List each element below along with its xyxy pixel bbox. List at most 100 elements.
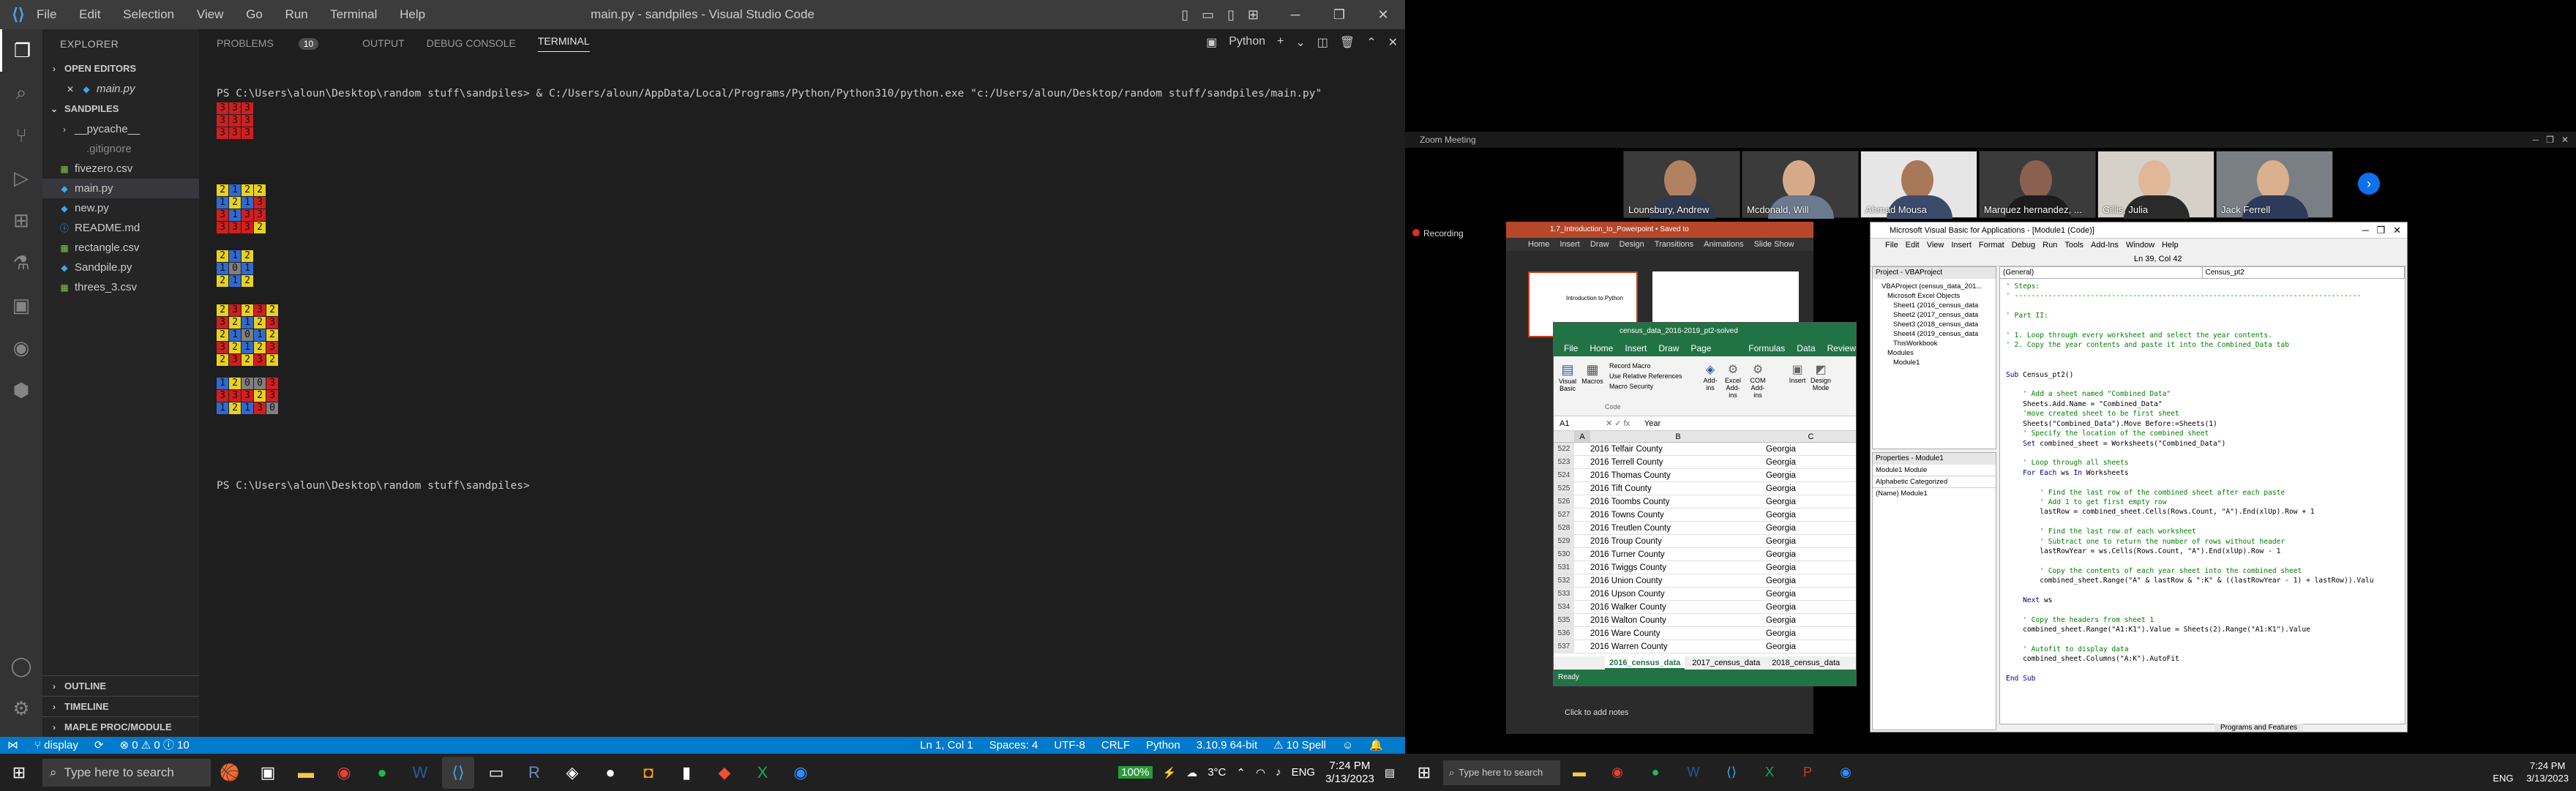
tab-debug-console[interactable]: DEBUG CONSOLE [427,37,516,49]
project-section[interactable]: ⌄ SANDPILES [42,99,199,119]
menu-file[interactable]: File [37,7,56,21]
maximize-panel-icon[interactable]: ⌃ [1366,35,1376,50]
run-debug-icon[interactable]: ▷ [0,157,42,199]
next-page-icon[interactable]: › [2358,173,2380,195]
row-number[interactable]: 537 [1554,640,1574,653]
cell-county[interactable]: 2016 Upson County [1590,588,1766,600]
tab-output[interactable]: OUTPUT [362,37,405,49]
cell-state[interactable]: Georgia [1766,627,1856,640]
table-row[interactable]: 534 2016 Walker County Georgia [1554,601,1856,614]
excel-tab[interactable]: Page Layout [1690,340,1737,370]
object-dropdown[interactable]: (General) [2000,267,2203,278]
file-item[interactable]: .gitignore [42,139,199,159]
tab-problems[interactable]: PROBLEMS 10 [217,37,340,50]
column-header-a[interactable]: A [1574,431,1590,442]
cell-state[interactable]: Georgia [1766,482,1856,495]
file-explorer-icon[interactable]: ▬ [1563,757,1595,789]
zoom-window-controls[interactable]: ─ ❐ ✕ [2533,132,2569,148]
tree-item[interactable]: Sheet3 (2018_census_data [1882,320,1993,329]
vba-menu-item[interactable]: View [1927,239,1944,252]
vba-menu-item[interactable]: File [1885,239,1898,252]
file-item[interactable]: ◆ Sandpile.py [42,258,199,277]
row-number[interactable]: 523 [1554,456,1574,468]
name-box[interactable]: A1 [1560,416,1603,431]
ppt-tab[interactable]: Home [1528,238,1549,251]
file-item[interactable]: ⓘ README.md [42,218,199,238]
cell-year[interactable] [1574,535,1590,547]
excel-tab[interactable]: Formulas [1748,340,1785,356]
branch-status[interactable]: ⑂ display [34,737,78,754]
close-icon[interactable]: ✕ [64,80,76,100]
cell-county[interactable]: 2016 Toombs County [1590,495,1766,508]
cell-year[interactable] [1574,456,1590,468]
minimize-icon[interactable]: ─ [1273,0,1317,29]
file-item[interactable]: ▦ threes_3.csv [42,277,199,297]
row-number[interactable]: 524 [1554,469,1574,481]
vba-menu-item[interactable]: Window [2126,239,2154,252]
row-number[interactable]: 522 [1554,443,1574,455]
slide-canvas[interactable] [1652,271,1799,323]
cell-state[interactable]: Georgia [1766,548,1856,561]
macro-security-button[interactable]: Macro Security [1609,381,1682,391]
menu-help[interactable]: Help [400,7,425,21]
cell-year[interactable] [1574,574,1590,587]
vba-menu-item[interactable]: Tools [2064,239,2083,252]
file-item[interactable]: ▦ fivezero.csv [42,159,199,179]
account-icon[interactable]: ◯ [0,645,42,687]
ppt-tab[interactable]: Animations [1704,238,1743,251]
cell-year[interactable] [1574,469,1590,481]
new-terminal-icon[interactable]: + [1277,35,1284,50]
cell-county[interactable]: 2016 Towns County [1590,509,1766,521]
cell-county[interactable]: 2016 Turner County [1590,548,1766,561]
com-addins-button[interactable]: ⚙ COM Add-ins [1747,362,1769,399]
vba-menu-item[interactable]: Debug [2012,239,2035,252]
table-row[interactable]: 531 2016 Twiggs County Georgia [1554,561,1856,574]
cell-county[interactable]: 2016 Twiggs County [1590,561,1766,574]
r-icon[interactable]: R [518,757,550,789]
procedure-dropdown[interactable]: Census_pt2 [2203,267,2405,278]
cell-county[interactable]: 2016 Warren County [1590,640,1766,653]
excel-tab[interactable]: Review [1827,340,1856,356]
insert-control-button[interactable]: ▣ Insert [1788,362,1807,384]
cell-year[interactable] [1574,443,1590,455]
eol[interactable]: CRLF [1101,737,1130,754]
participant-video[interactable]: Marquez hernandez, ... [1979,151,2096,219]
vba-menu-item[interactable]: Insert [1951,239,1972,252]
table-row[interactable]: 536 2016 Ware County Georgia [1554,627,1856,640]
timeline-section[interactable]: › TIMELINE [42,696,199,716]
vba-menu-item[interactable]: Edit [1906,239,1920,252]
row-number[interactable]: 525 [1554,482,1574,495]
toggle-panel-icon[interactable]: ▭ [1202,7,1214,23]
cell-state[interactable]: Georgia [1766,443,1856,455]
language-indicator[interactable]: ENG [2493,773,2513,784]
cell-state[interactable]: Georgia [1766,561,1856,574]
app2-icon[interactable]: ◘ [632,757,664,789]
cell-year[interactable] [1574,601,1590,613]
table-row[interactable]: 533 2016 Upson County Georgia [1554,588,1856,601]
battery-indicator[interactable]: 100% [1118,766,1153,779]
tree-item[interactable]: Microsoft Excel Objects [1882,291,1993,301]
properties-name[interactable]: (Name) Module1 [1873,487,1996,499]
cell-year[interactable] [1574,640,1590,653]
docker-icon[interactable]: ◉ [0,326,42,369]
toggle-sidebar-icon[interactable]: ▯ [1181,7,1188,23]
language-indicator[interactable]: ENG [1292,766,1316,779]
row-number[interactable]: 528 [1554,522,1574,534]
participant-video[interactable]: Jack Ferrell [2216,151,2333,219]
excel-tab[interactable]: File [1564,340,1578,356]
file-item[interactable]: ▦ rectangle.csv [42,238,199,258]
cell-county[interactable]: 2016 Walker County [1590,601,1766,613]
powerpoint-taskbar-icon[interactable]: P [1791,757,1824,789]
tree-item[interactable]: Modules [1882,348,1993,358]
cell-state[interactable]: Georgia [1766,522,1856,534]
cell-state[interactable]: Georgia [1766,469,1856,481]
system-tray[interactable]: ENG 7:24 PM 3/13/2023 [2493,754,2569,791]
table-row[interactable]: 524 2016 Thomas County Georgia [1554,469,1856,482]
cube-icon[interactable]: ◈ [556,757,588,789]
maple-section[interactable]: › MAPLE PROC/MODULE [42,716,199,737]
table-row[interactable]: 522 2016 Telfair County Georgia [1554,443,1856,456]
spell-status[interactable]: ⚠ 10 Spell [1273,737,1326,754]
excel-taskbar-icon[interactable]: X [746,757,779,789]
status-tab[interactable]: Programs and Features [2214,724,2304,732]
cell-county[interactable]: 2016 Thomas County [1590,469,1766,481]
